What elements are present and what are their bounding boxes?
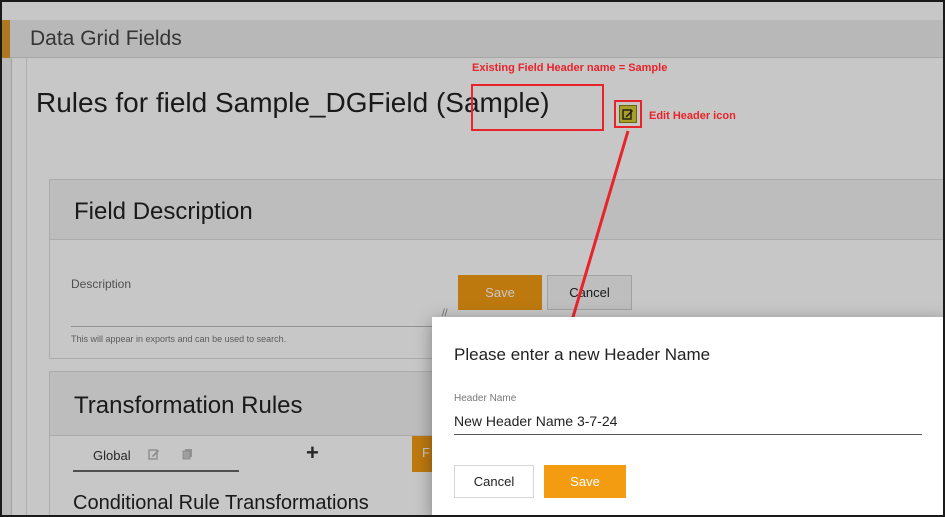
dialog-title: Please enter a new Header Name (454, 345, 711, 364)
annotation-edit-header-label: Edit Header icon (649, 110, 736, 122)
header-name-label: Header Name (454, 393, 517, 404)
dialog-cancel-button[interactable]: Cancel (454, 465, 534, 498)
screenshot-frame: Data Grid Fields Rules for field Sample_… (0, 0, 945, 517)
dialog-save-button[interactable]: Save (544, 465, 626, 498)
header-name-input[interactable] (454, 407, 922, 435)
annotation-box-header-name (471, 84, 604, 131)
annotation-existing-header: Existing Field Header name = Sample (472, 62, 668, 74)
annotation-box-edit-icon (614, 100, 642, 128)
header-name-dialog: Please enter a new Header Name Header Na… (432, 317, 943, 515)
